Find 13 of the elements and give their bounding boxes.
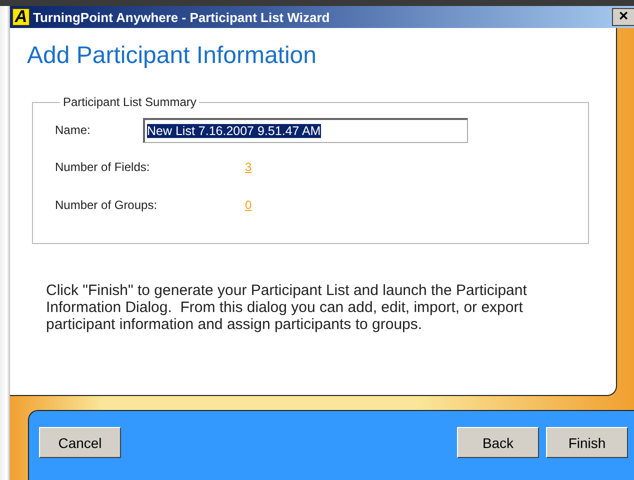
- app-logo: A: [12, 8, 30, 26]
- wizard-button[interactable]: Cancel: [39, 427, 121, 458]
- description-text: Click "Finish" to generate your Participant List and launch the Participant Information Dialog. From this dialog you can add, edit, import, or export participant information and assign participants to groups.: [46, 282, 528, 333]
- name-label: Name:: [55, 123, 92, 137]
- fields-label: Number of Fields:: [55, 160, 151, 174]
- name-field[interactable]: New List 7.16.2007 9.51.47 AM: [143, 118, 468, 142]
- group-legend: Participant List Summary: [60, 95, 200, 109]
- wizard-button[interactable]: Back: [457, 427, 539, 458]
- page-heading: Add Participant Information: [27, 42, 318, 70]
- window-title: TurningPoint Anywhere - Participant List Wizard: [33, 10, 331, 24]
- groups-label: Number of Groups:: [55, 198, 158, 212]
- wizard-button[interactable]: Finish: [546, 427, 628, 458]
- close-button[interactable]: ×: [612, 8, 634, 26]
